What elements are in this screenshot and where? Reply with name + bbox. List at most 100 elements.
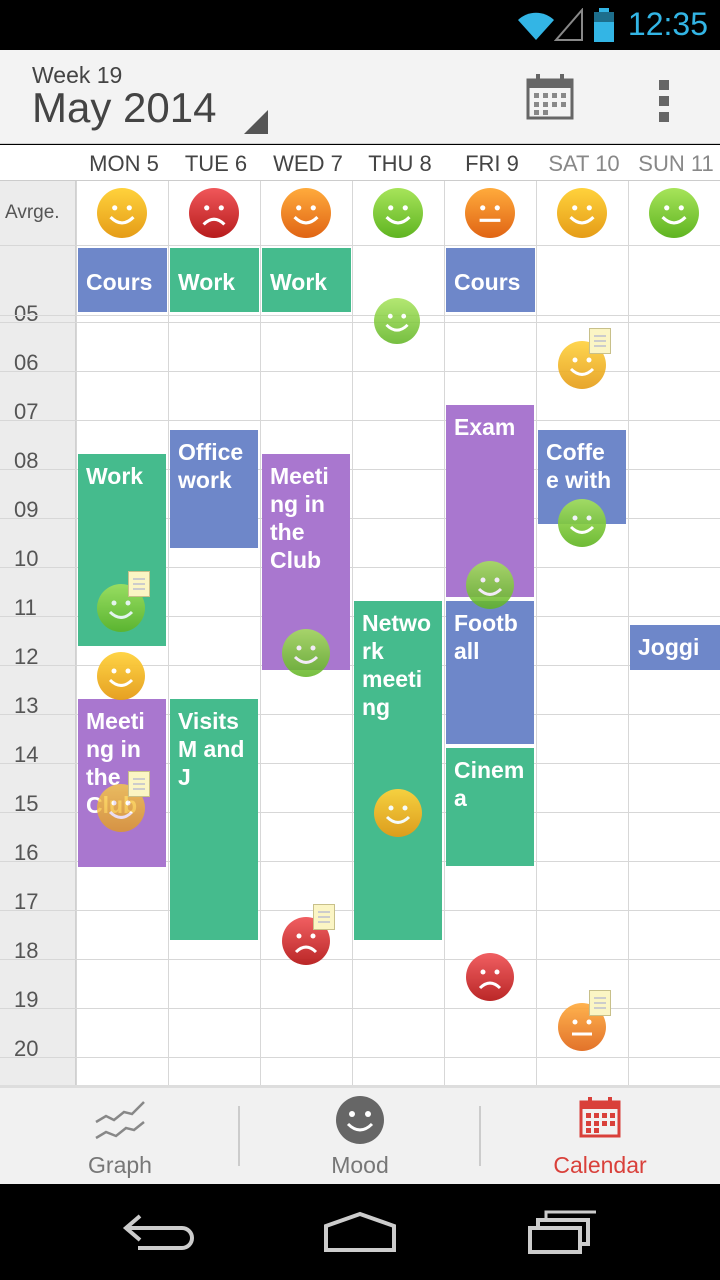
average-mood-happy-icon[interactable] xyxy=(556,187,608,239)
mood-happy-icon[interactable] xyxy=(373,788,423,838)
hour-label: 17 xyxy=(14,889,39,914)
grid-line xyxy=(0,245,720,246)
hour-label: 11 xyxy=(14,595,37,620)
mood-happy-icon[interactable] xyxy=(465,560,515,610)
calendar-event[interactable]: Visits M and J xyxy=(170,699,258,940)
hour-label: 16 xyxy=(14,840,39,865)
hour-label: 08 xyxy=(14,448,39,473)
grid-line xyxy=(0,420,720,421)
grid-line xyxy=(0,371,720,372)
hour-label: 09 xyxy=(14,497,39,522)
calendar-event[interactable]: Joggi xyxy=(630,625,720,670)
day-header[interactable]: THU 8 xyxy=(354,151,446,177)
all-day-event[interactable]: Work xyxy=(170,248,259,312)
nav-graph[interactable]: Graph xyxy=(0,1088,240,1184)
mood-sad-icon[interactable] xyxy=(465,952,515,1002)
nav-graph-label: Graph xyxy=(88,1152,152,1178)
grid-line xyxy=(0,959,720,960)
time-column: 05 06 07 08 09 10 11 12 13 14 15 16 17 18 19 20 xyxy=(0,181,76,1085)
event-title: Work xyxy=(86,463,144,489)
hour-label: 19 xyxy=(14,987,39,1012)
hour-label: 15 xyxy=(14,791,39,816)
signal-icon xyxy=(554,8,583,41)
grid-line xyxy=(536,181,537,1085)
note-icon xyxy=(128,771,150,797)
week-calendar[interactable]: MON 5 TUE 6 WED 7 THU 8 FRI 9 SAT 10 SUN 11 05… xyxy=(0,145,720,1085)
day-header[interactable]: FRI 9 xyxy=(446,151,538,177)
average-mood-happy-icon[interactable] xyxy=(648,187,700,239)
hour-label: 07 xyxy=(14,399,39,424)
event-title: Meeting intheClub xyxy=(270,463,329,573)
hour-label: 20 xyxy=(14,1036,39,1061)
home-icon[interactable] xyxy=(322,1210,398,1254)
graph-icon xyxy=(95,1101,145,1140)
event-title: Visits M and J xyxy=(178,708,245,790)
grid-line xyxy=(168,181,169,1085)
grid-line xyxy=(0,1057,720,1058)
nav-calendar-label: Calendar xyxy=(553,1152,647,1178)
event-title: Cinem a xyxy=(454,757,525,811)
note-icon xyxy=(128,571,150,597)
month-title[interactable]: May 2014 xyxy=(32,84,216,132)
day-header[interactable]: TUE 6 xyxy=(170,151,262,177)
hour-label: 18 xyxy=(14,938,39,963)
event-title: Footb all xyxy=(454,610,518,664)
hour-label: 06 xyxy=(14,350,39,375)
nav-calendar[interactable]: Calendar xyxy=(480,1088,720,1184)
event-title: Joggi xyxy=(638,634,700,660)
recents-icon[interactable] xyxy=(526,1210,598,1256)
day-header-row: MON 5 TUE 6 WED 7 THU 8 FRI 9 SAT 10 SUN 11 xyxy=(0,145,720,181)
battery-icon xyxy=(594,8,614,42)
mood-happy-icon[interactable] xyxy=(281,628,331,678)
nav-mood[interactable]: Mood xyxy=(240,1088,480,1184)
calendar-event[interactable]: Cinem a xyxy=(446,748,534,866)
status-bar: 12:35 xyxy=(0,0,720,50)
mood-happy-icon[interactable] xyxy=(96,651,146,701)
event-title: Netwo rk meeti ng xyxy=(362,610,431,720)
note-icon xyxy=(313,904,335,930)
hour-label: 14 xyxy=(14,742,39,767)
overflow-menu-icon[interactable] xyxy=(648,76,682,126)
day-header[interactable]: SUN 11 xyxy=(630,151,720,177)
all-day-event[interactable]: Work xyxy=(262,248,351,312)
grid-line xyxy=(0,315,720,316)
grid-line xyxy=(628,181,629,1085)
hour-label: 13 xyxy=(14,693,39,718)
grid-line xyxy=(76,181,77,1085)
calendar-button[interactable] xyxy=(524,72,578,126)
all-day-event[interactable]: Cours xyxy=(446,248,535,312)
mood-happy-icon[interactable] xyxy=(373,297,421,345)
day-header[interactable]: MON 5 xyxy=(78,151,170,177)
calendar-event[interactable]: Netwo rk meeti ng xyxy=(354,601,442,940)
average-mood-sad-icon[interactable] xyxy=(188,187,240,239)
hour-label: 12 xyxy=(14,644,39,669)
nav-mood-label: Mood xyxy=(331,1152,389,1178)
average-mood-happy-icon[interactable] xyxy=(280,187,332,239)
day-header[interactable]: SAT 10 xyxy=(538,151,630,177)
day-header[interactable]: WED 7 xyxy=(262,151,354,177)
hour-label: 10 xyxy=(14,546,39,571)
all-day-event[interactable]: Cours xyxy=(78,248,167,312)
wifi-icon xyxy=(518,12,554,41)
grid-line xyxy=(444,181,445,1085)
event-title: Office work xyxy=(178,439,244,493)
note-icon xyxy=(589,990,611,1016)
calendar-event[interactable]: Footb all xyxy=(446,601,534,744)
calendar-event[interactable]: Office work xyxy=(170,430,258,548)
mood-happy-icon[interactable] xyxy=(557,498,607,548)
month-dropdown-icon[interactable] xyxy=(244,110,268,134)
system-navigation-bar xyxy=(0,1184,720,1280)
grid-line xyxy=(0,322,720,323)
calendar-icon xyxy=(526,74,574,120)
average-label: Avrge. xyxy=(5,202,60,223)
average-mood-neutral-icon[interactable] xyxy=(464,187,516,239)
grid-line xyxy=(352,181,353,1085)
average-mood-happy-icon[interactable] xyxy=(372,187,424,239)
grid-line xyxy=(0,1008,720,1009)
event-title: Exam xyxy=(454,414,516,440)
average-mood-happy-icon[interactable] xyxy=(96,187,148,239)
back-icon[interactable] xyxy=(120,1212,196,1252)
note-icon xyxy=(589,328,611,354)
app-header: Week 19 May 2014 xyxy=(0,50,720,144)
status-clock: 12:35 xyxy=(627,6,708,42)
